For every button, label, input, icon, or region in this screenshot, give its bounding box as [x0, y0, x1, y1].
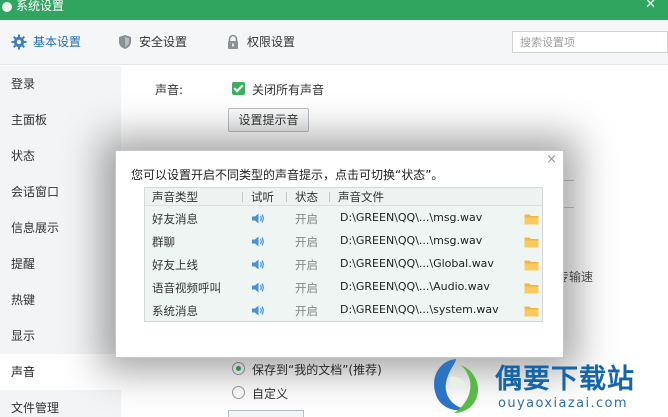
tab-permission-settings[interactable]: 权限设置	[225, 32, 305, 52]
folder-icon[interactable]	[524, 259, 539, 271]
speaker-icon[interactable]	[251, 304, 265, 317]
column-header-listen: 试听	[251, 190, 274, 204]
watermark-url: ouyaoxiazai.com	[498, 396, 628, 411]
popup-close-button[interactable]: ×	[546, 152, 557, 167]
sidebar-item-info-display[interactable]: 信息展示	[0, 210, 121, 246]
sound-file-path: D:\GREEN\QQ\...\Audio.wav	[340, 280, 490, 293]
folder-icon[interactable]	[524, 305, 539, 317]
folder-icon[interactable]	[524, 213, 539, 225]
sidebar-item-status[interactable]: 状态	[0, 138, 121, 174]
sound-table: 声音类型 试听 状态 声音文件 好友消息 开启 D:\GREEN\QQ\...\…	[144, 187, 543, 322]
sound-state-toggle[interactable]: 开启	[295, 303, 318, 319]
shield-icon	[119, 35, 131, 49]
sidebar-item-file-management[interactable]: 文件管理	[0, 390, 121, 417]
browse-button[interactable]	[228, 410, 304, 417]
set-tone-button[interactable]: 设置提示音	[228, 108, 309, 132]
column-header-state: 状态	[295, 190, 318, 204]
column-divider	[242, 192, 243, 202]
watermark-logo	[434, 359, 479, 413]
tab-label: 权限设置	[247, 35, 296, 49]
sound-type: 语音视频呼叫	[152, 281, 221, 295]
sound-type: 系统消息	[152, 304, 198, 318]
window-title: 系统设置	[16, 0, 65, 13]
popup-message: 您可以设置开启不同类型的声音提示，点击可切换“状态”。	[131, 168, 444, 182]
sound-file-path: D:\GREEN\QQ\...\Global.wav	[340, 257, 494, 270]
speaker-icon[interactable]	[251, 281, 265, 294]
lock-icon	[228, 34, 238, 49]
column-divider	[286, 192, 287, 202]
sound-section-label: 声音:	[155, 83, 184, 97]
table-row[interactable]: 群聊 开启 D:\GREEN\QQ\...\msg.wav	[145, 230, 542, 253]
tab-label: 基本设置	[33, 35, 82, 49]
save-to-documents-label[interactable]: 保存到“我的文档”(推荐)	[252, 361, 382, 378]
sound-state-toggle[interactable]: 开启	[295, 234, 318, 250]
tab-security-settings[interactable]: 安全设置	[117, 32, 197, 52]
sound-state-toggle[interactable]: 开启	[295, 257, 318, 273]
mute-all-label[interactable]: 关闭所有声音	[252, 81, 324, 98]
folder-icon[interactable]	[524, 282, 539, 294]
sound-state-toggle[interactable]: 开启	[295, 280, 318, 296]
sidebar-item-hotkeys[interactable]: 热键	[0, 282, 121, 318]
sound-state-toggle[interactable]: 开启	[295, 211, 318, 227]
tab-basic-settings[interactable]: 基本设置	[11, 32, 91, 52]
save-to-documents-radio[interactable]	[232, 362, 245, 375]
table-row[interactable]: 好友消息 开启 D:\GREEN\QQ\...\msg.wav	[145, 207, 542, 230]
sound-file-path: D:\GREEN\QQ\...\system.wav	[340, 303, 499, 316]
sound-file-path: D:\GREEN\QQ\...\msg.wav	[340, 211, 483, 224]
sidebar-item-sound[interactable]: 声音	[0, 354, 121, 390]
table-row[interactable]: 好友上线 开启 D:\GREEN\QQ\...\Global.wav	[145, 253, 542, 276]
sidebar-item-display[interactable]: 显示	[0, 318, 121, 354]
tab-label: 安全设置	[139, 35, 188, 49]
sound-type: 群聊	[152, 235, 175, 249]
sidebar-item-chat-window[interactable]: 会话窗口	[0, 174, 121, 210]
sidebar-item-reminder[interactable]: 提醒	[0, 246, 121, 282]
sound-type: 好友消息	[152, 212, 198, 226]
speaker-icon[interactable]	[251, 258, 265, 271]
speaker-icon[interactable]	[251, 235, 265, 248]
app-icon	[2, 2, 12, 12]
title-bar: 系统设置 ✕	[0, 0, 668, 20]
watermark-name: 偶要下载站	[495, 364, 635, 395]
sidebar-item-main-panel[interactable]: 主面板	[0, 102, 121, 138]
custom-location-label[interactable]: 自定义	[252, 385, 288, 402]
column-divider	[329, 192, 330, 202]
sound-type-popup: × 您可以设置开启不同类型的声音提示，点击可切换“状态”。 声音类型 试听 状态…	[115, 150, 564, 358]
column-header-file: 声音文件	[338, 190, 384, 204]
table-header: 声音类型 试听 状态 声音文件	[145, 188, 542, 206]
sound-type: 好友上线	[152, 258, 198, 272]
window-close-button[interactable]: ✕	[645, 0, 656, 13]
speaker-icon[interactable]	[251, 212, 265, 225]
settings-tab-bar: 基本设置 安全设置 权限设置	[0, 20, 668, 65]
table-row[interactable]: 系统消息 开启 D:\GREEN\QQ\...\system.wav	[145, 299, 542, 322]
search-input[interactable]	[512, 31, 668, 53]
folder-icon[interactable]	[524, 236, 539, 248]
sidebar: 登录 主面板 状态 会话窗口 信息展示 提醒 热键 显示 声音 文件管理	[0, 66, 121, 417]
sidebar-item-login[interactable]: 登录	[0, 66, 121, 102]
custom-location-radio[interactable]	[232, 386, 245, 399]
sound-file-path: D:\GREEN\QQ\...\msg.wav	[340, 234, 483, 247]
gear-icon	[11, 34, 27, 50]
column-header-type: 声音类型	[152, 190, 198, 204]
mute-all-checkbox[interactable]	[232, 82, 245, 95]
table-row[interactable]: 语音视频呼叫 开启 D:\GREEN\QQ\...\Audio.wav	[145, 276, 542, 299]
watermark: 偶要下载站 ouyaoxiazai.com	[420, 353, 668, 417]
